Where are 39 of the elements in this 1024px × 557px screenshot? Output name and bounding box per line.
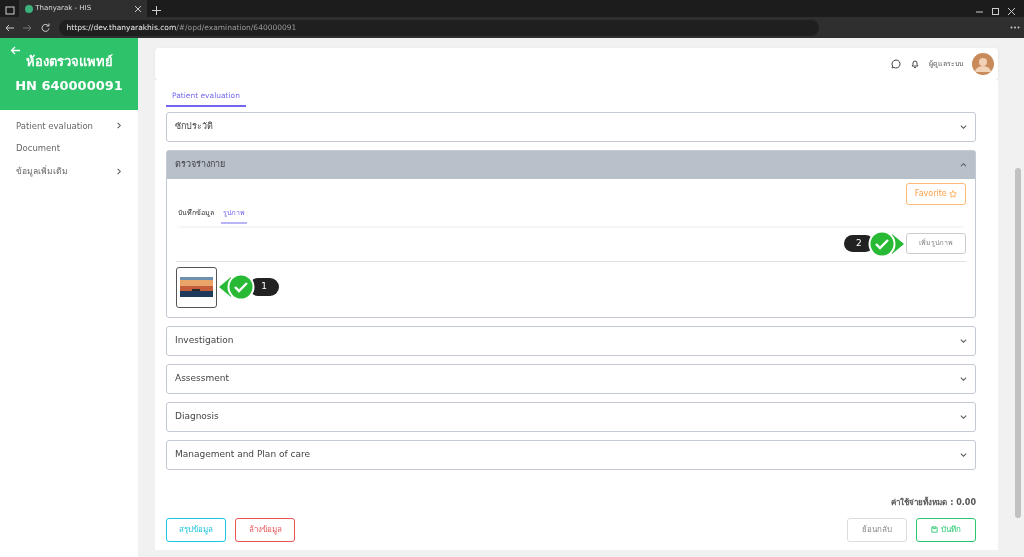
total-cost: ค่าใช้จ่ายทั้งหมด : 0.00 bbox=[890, 496, 976, 509]
accordion-header[interactable]: ซักประวัติ bbox=[167, 112, 975, 141]
reload-icon[interactable] bbox=[40, 23, 50, 32]
save-icon bbox=[931, 526, 939, 533]
chevron-icon bbox=[960, 337, 967, 344]
callout-check-icon bbox=[867, 229, 904, 258]
accordion-header[interactable]: Assessment bbox=[167, 364, 975, 393]
image-thumbnail[interactable] bbox=[176, 266, 217, 308]
patient-hn: HN 640000091 bbox=[15, 77, 123, 96]
star-icon bbox=[949, 190, 957, 199]
chevron-icon bbox=[960, 123, 967, 131]
accordion-header[interactable]: Diagnosis bbox=[167, 402, 975, 431]
chevron-icon bbox=[960, 451, 967, 458]
accordion-header[interactable]: Management and Plan of care bbox=[167, 440, 975, 469]
new-tab-icon[interactable] bbox=[151, 5, 161, 15]
back-icon[interactable] bbox=[4, 23, 14, 32]
chevron-icon[interactable] bbox=[115, 122, 122, 130]
favicon-icon bbox=[25, 4, 33, 13]
tab-list-icon[interactable] bbox=[4, 5, 15, 15]
accordion-header[interactable]: ตรวจร่างกาย bbox=[167, 150, 975, 179]
chevron-icon bbox=[960, 375, 967, 382]
chevron-icon bbox=[960, 413, 967, 420]
close-icon[interactable] bbox=[135, 5, 141, 12]
avatar[interactable] bbox=[971, 53, 994, 75]
forward-icon[interactable] bbox=[22, 23, 32, 32]
menu-icon[interactable] bbox=[1009, 26, 1020, 29]
page-title: ห้องตรวจแพทย์ bbox=[25, 53, 113, 72]
chevron-icon bbox=[960, 161, 967, 169]
bell-icon[interactable] bbox=[909, 59, 920, 69]
sidebar-item[interactable]: ข้อมูลเพิ่มเติม bbox=[0, 160, 138, 183]
chat-icon[interactable] bbox=[890, 59, 901, 69]
action-button[interactable]: ล้างข้อมูล bbox=[235, 517, 295, 542]
callout-check-icon bbox=[219, 273, 256, 301]
close-icon[interactable] bbox=[1008, 7, 1015, 15]
sidebar-item[interactable]: Patient evaluation bbox=[0, 114, 138, 138]
sidebar-item[interactable]: Document bbox=[0, 137, 138, 160]
accordion-header[interactable]: Investigation bbox=[167, 326, 975, 355]
maximize-icon[interactable] bbox=[992, 7, 999, 15]
chevron-icon[interactable] bbox=[115, 167, 122, 175]
